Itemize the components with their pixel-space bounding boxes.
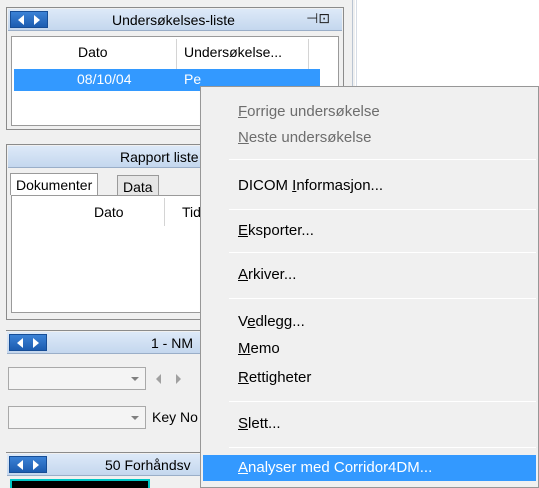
nav-next-icon[interactable] [33, 338, 39, 348]
menu-item-vedlegg[interactable]: Vedlegg... [203, 309, 536, 335]
panel-title: Undersøkelses-liste [112, 12, 235, 28]
chevron-down-icon [131, 377, 139, 381]
pin-icon[interactable]: ⊣⊡ [306, 11, 330, 27]
menu-separator [229, 209, 536, 210]
menu-separator [229, 447, 536, 448]
menu-item-rettigheter[interactable]: Rettigheter [203, 365, 536, 391]
menu-item-label: Forrige undersøkelse [238, 103, 380, 120]
menu-separator [229, 298, 536, 299]
panel-title: 50 Forhåndsv [105, 457, 191, 473]
panel-nav[interactable] [9, 334, 47, 351]
menu-item-eksporter[interactable]: Eksporter... [203, 218, 536, 244]
col-sep [164, 198, 165, 226]
row-exam: Pe [184, 71, 202, 87]
menu-item-label: Rettigheter [238, 369, 312, 386]
col-header-undersokelse[interactable]: Undersøkelse... [184, 44, 282, 60]
menu-item-label: Eksporter... [238, 222, 314, 239]
menu-separator [229, 159, 536, 160]
col-header-tid[interactable]: Tid [182, 204, 201, 220]
prev-arrow-icon[interactable] [156, 374, 161, 384]
keyno-label: Key No [152, 409, 198, 425]
panel-title: Rapport liste [120, 149, 199, 165]
menu-item-forrige[interactable]: Forrige undersøkelse [203, 99, 536, 125]
menu-item-label: DICOM Informasjon... [238, 177, 384, 194]
nav-prev-icon[interactable] [18, 15, 24, 25]
chevron-down-icon [131, 416, 139, 420]
panel-title: 1 - NM [151, 335, 193, 351]
menu-item-dicom-informasjon[interactable]: DICOM Informasjon... [203, 173, 536, 199]
col-sep [176, 39, 177, 69]
nav-prev-icon[interactable] [17, 460, 23, 470]
menu-item-neste[interactable]: Neste undersøkelse [203, 125, 536, 151]
context-menu: Forrige undersøkelse Neste undersøkelse … [200, 86, 539, 488]
menu-item-label: Analyser med Corridor4DM... [238, 459, 433, 476]
col-header-dato[interactable]: Dato [94, 204, 124, 220]
panel-nav[interactable] [9, 456, 47, 473]
nav-next-icon[interactable] [34, 15, 40, 25]
menu-separator [229, 401, 536, 402]
keyno-select[interactable] [8, 406, 146, 429]
menu-item-arkiver[interactable]: Arkiver... [203, 262, 536, 288]
menu-item-label: Memo [238, 340, 280, 357]
tab-dokumenter[interactable]: Dokumenter [10, 173, 99, 195]
panel-nav[interactable] [10, 11, 48, 28]
menu-separator [229, 252, 536, 253]
menu-item-label: Slett... [238, 415, 281, 432]
nav-prev-icon[interactable] [17, 338, 23, 348]
menu-item-slett[interactable]: Slett... [203, 411, 536, 437]
menu-item-label: Neste undersøkelse [238, 129, 372, 146]
col-sep [308, 39, 309, 69]
menu-item-analyser-corridor4dm[interactable]: Analyser med Corridor4DM... [203, 455, 536, 481]
series-select[interactable] [8, 367, 146, 390]
col-header-dato[interactable]: Dato [78, 44, 108, 60]
menu-item-label: Arkiver... [238, 266, 297, 283]
tab-data[interactable]: Data [117, 175, 159, 195]
menu-item-memo[interactable]: Memo [203, 336, 536, 362]
row-date: 08/10/04 [77, 71, 132, 87]
screen: Undersøkelses-liste ⊣⊡ Dato Undersøkelse… [0, 0, 539, 488]
preview-thumbnail[interactable] [10, 479, 150, 488]
next-arrow-icon[interactable] [176, 374, 181, 384]
menu-item-label: Vedlegg... [238, 313, 305, 330]
nav-next-icon[interactable] [33, 460, 39, 470]
undersokelses-titlebar: Undersøkelses-liste ⊣⊡ [8, 9, 342, 31]
